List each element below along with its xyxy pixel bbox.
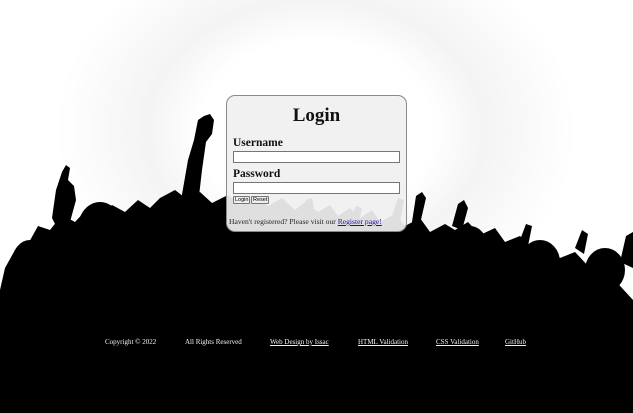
reset-button[interactable]: Reset bbox=[251, 196, 269, 204]
password-input[interactable] bbox=[233, 182, 400, 194]
page: Login Username Password Login Reset Have… bbox=[0, 0, 633, 413]
footer-github-link[interactable]: GitHub bbox=[505, 338, 526, 346]
username-label: Username bbox=[233, 137, 283, 149]
footer-rights: All Rights Reserved bbox=[185, 338, 242, 346]
footer-css-validation-link[interactable]: CSS Validation bbox=[436, 338, 479, 346]
register-prompt: Haven't registered? Please visit our Reg… bbox=[229, 217, 382, 226]
login-card: Login Username Password Login Reset Have… bbox=[226, 95, 407, 232]
footer-web-design-link[interactable]: Web Design by Issac bbox=[270, 338, 329, 346]
footer-copyright: Copyright © 2022 bbox=[105, 338, 157, 346]
footer-html-validation-link[interactable]: HTML Validation bbox=[358, 338, 408, 346]
login-button[interactable]: Login bbox=[233, 196, 250, 204]
register-link[interactable]: Register page! bbox=[338, 217, 382, 226]
footer: Copyright © 2022 All Rights Reserved Web… bbox=[0, 338, 633, 350]
password-label: Password bbox=[233, 168, 281, 180]
login-title: Login bbox=[292, 105, 341, 126]
register-prompt-text: Haven't registered? Please visit our bbox=[229, 217, 338, 226]
username-input[interactable] bbox=[233, 151, 400, 163]
